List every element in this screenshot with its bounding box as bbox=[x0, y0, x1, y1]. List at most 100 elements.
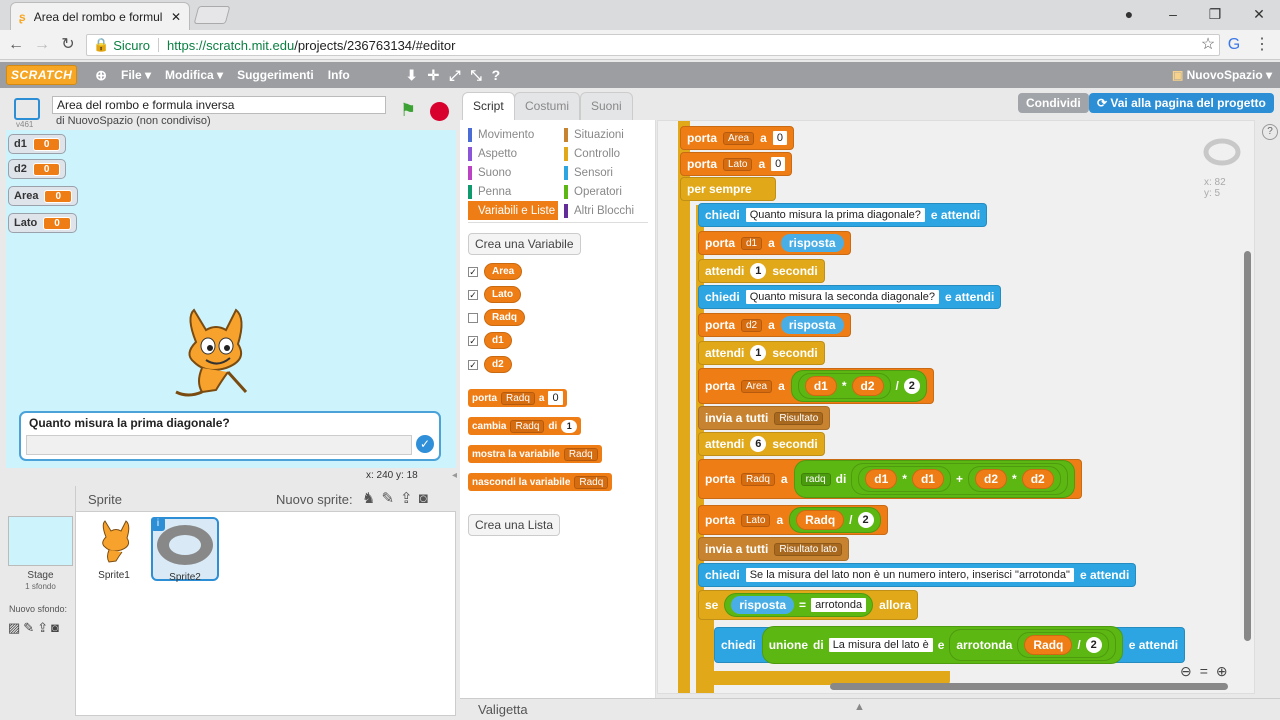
help-side-icon[interactable]: ? bbox=[1262, 124, 1278, 140]
browser-tab[interactable]: ʂ Area del rombo e formul… ✕ bbox=[10, 2, 190, 30]
block-set-area-formula[interactable]: porta Area a d1 * d2/2 bbox=[698, 368, 934, 404]
block-wait-6[interactable]: attendi 6 secondi bbox=[698, 432, 825, 456]
reload-icon[interactable]: ↻ bbox=[58, 35, 78, 55]
block-broadcast-1[interactable]: invia a tutti Risultato bbox=[698, 406, 831, 430]
block-ask-1[interactable]: chiedi Quanto misura la prima diagonale? e… bbox=[698, 203, 988, 227]
tab-sounds[interactable]: Suoni bbox=[580, 92, 633, 120]
ask-answer-input[interactable] bbox=[26, 435, 412, 455]
horizontal-scrollbar[interactable] bbox=[830, 683, 1228, 690]
block-forever[interactable]: per sempre bbox=[680, 177, 776, 201]
var-checkbox[interactable]: ✓ bbox=[468, 266, 478, 277]
monitor-area[interactable]: Area 0 bbox=[8, 186, 79, 206]
block-set-radq[interactable]: porta Radq a radq di d1 * d1 + d2 * d2 bbox=[698, 459, 1082, 499]
divide-operator[interactable]: Radq/2 bbox=[1017, 632, 1109, 658]
fullscreen-icon[interactable] bbox=[14, 98, 40, 120]
user-menu[interactable]: ▣ NuovoSpazio ▾ bbox=[1172, 68, 1272, 82]
vertical-scrollbar[interactable] bbox=[1244, 251, 1251, 641]
category-controllo[interactable]: Controllo bbox=[564, 144, 658, 163]
block-set-d2[interactable]: porta d2 a risposta bbox=[698, 313, 851, 337]
ask-submit-check-icon[interactable]: ✓ bbox=[416, 435, 434, 453]
block-wait-1[interactable]: attendi 1 secondi bbox=[698, 259, 825, 283]
block-ask-4[interactable]: chiedi unione di La misura del lato èe arr… bbox=[714, 626, 1186, 664]
var-reporter[interactable]: Area bbox=[484, 263, 523, 280]
category-suono[interactable]: Suono bbox=[468, 163, 562, 182]
green-flag-icon[interactable]: ⚑ bbox=[400, 100, 416, 121]
palette-block-set[interactable]: porta Radq a 0 bbox=[468, 389, 567, 407]
var-reporter[interactable]: Radq bbox=[484, 309, 525, 326]
forward-icon[interactable]: → bbox=[32, 35, 52, 55]
block-set-lato-formula[interactable]: porta Lato a Radq/2 bbox=[698, 505, 888, 535]
add-operator[interactable]: d1 * d1 + d2 * d2 bbox=[851, 463, 1068, 495]
answer-reporter[interactable]: risposta bbox=[780, 316, 844, 334]
cut-icon[interactable]: ✛ bbox=[428, 67, 440, 84]
block-set-lato[interactable]: porta Lato a 0 bbox=[680, 152, 793, 176]
url-input[interactable]: 🔒 Sicuro https://scratch.mit.edu/project… bbox=[86, 34, 1220, 56]
block-set-area[interactable]: porta Area a 0 bbox=[680, 126, 794, 150]
upload-sprite-icon[interactable]: ⇪ bbox=[400, 490, 419, 507]
category-penna[interactable]: Penna bbox=[468, 182, 562, 201]
sprite-thumb-sprite1[interactable]: Sprite1 bbox=[80, 517, 148, 581]
divide-operator[interactable]: d1 * d2/2 bbox=[790, 370, 927, 402]
block-if[interactable]: se risposta = arrotonda allora bbox=[698, 590, 919, 620]
sprite-thumb-sprite2[interactable]: i Sprite2 bbox=[151, 517, 219, 583]
scratch-logo[interactable]: SCRATCH bbox=[6, 65, 78, 85]
star-icon[interactable]: ☆ bbox=[1198, 35, 1218, 55]
camera-sprite-icon[interactable]: ◙ bbox=[419, 490, 434, 507]
make-list-button[interactable]: Crea una Lista bbox=[468, 514, 561, 536]
zoom-in-icon[interactable]: ⊕ bbox=[1216, 663, 1228, 680]
category-operatori[interactable]: Operatori bbox=[564, 182, 658, 201]
menu-icon[interactable]: ⋮ bbox=[1252, 35, 1272, 55]
monitor-d1[interactable]: d1 0 bbox=[8, 134, 67, 154]
sqrt-operator[interactable]: radq di d1 * d1 + d2 * d2 bbox=[793, 460, 1075, 498]
multiply-operator[interactable]: d1 * d2 bbox=[797, 373, 891, 399]
palette-block-change[interactable]: cambia Radq di 1 bbox=[468, 417, 582, 435]
var-reporter[interactable]: d2 bbox=[484, 356, 512, 373]
var-checkbox[interactable]: ✓ bbox=[468, 289, 478, 300]
menu-tips[interactable]: Suggerimenti bbox=[237, 68, 314, 82]
sprite-library-icon[interactable]: ♞ bbox=[362, 490, 381, 507]
equals-operator[interactable]: risposta = arrotonda bbox=[724, 593, 874, 617]
var-reporter[interactable]: d1 bbox=[484, 332, 512, 349]
category-situazioni[interactable]: Situazioni bbox=[564, 125, 658, 144]
var-checkbox[interactable]: ✓ bbox=[468, 335, 478, 346]
monitor-d2[interactable]: d2 0 bbox=[8, 159, 67, 179]
zoom-out-icon[interactable]: ⊖ bbox=[1180, 663, 1192, 680]
category-altri-blocchi[interactable]: Altri Blocchi bbox=[564, 201, 658, 220]
translate-icon[interactable]: G bbox=[1224, 35, 1244, 55]
category-variabili[interactable]: Variabili e Liste bbox=[468, 201, 558, 220]
minimize-icon[interactable]: – bbox=[1162, 4, 1184, 24]
multiply-operator[interactable]: d1 * d1 bbox=[858, 466, 951, 492]
multiply-operator[interactable]: d2 * d2 bbox=[968, 466, 1061, 492]
new-tab-button[interactable] bbox=[193, 6, 231, 24]
stop-icon[interactable] bbox=[430, 102, 449, 121]
category-sensori[interactable]: Sensori bbox=[564, 163, 658, 182]
answer-reporter[interactable]: risposta bbox=[780, 234, 844, 252]
restore-icon[interactable]: ❐ bbox=[1204, 4, 1226, 24]
paint-backdrop-icon[interactable]: ✎ bbox=[23, 620, 37, 635]
block-ask-3[interactable]: chiedi Se la misura del lato non è un num… bbox=[698, 563, 1137, 587]
var-checkbox[interactable] bbox=[468, 312, 478, 323]
menu-edit[interactable]: Modifica ▾ bbox=[165, 68, 223, 82]
project-title-input[interactable]: Area del rombo e formula inversa bbox=[52, 96, 386, 114]
cat-sprite[interactable] bbox=[166, 302, 258, 402]
block-wait-2[interactable]: attendi 1 secondi bbox=[698, 341, 825, 365]
paint-sprite-icon[interactable]: ✎ bbox=[381, 490, 400, 507]
globe-icon[interactable]: ⊕ bbox=[95, 67, 107, 84]
backdrop-library-icon[interactable]: ▨ bbox=[8, 620, 23, 635]
sprite-info-icon[interactable]: i bbox=[151, 517, 165, 531]
block-ask-2[interactable]: chiedi Quanto misura la seconda diagonale… bbox=[698, 285, 1002, 309]
var-checkbox[interactable]: ✓ bbox=[468, 359, 478, 370]
monitor-lato[interactable]: Lato 0 bbox=[8, 213, 77, 233]
var-reporter[interactable]: Lato bbox=[484, 286, 522, 303]
help-icon[interactable]: ? bbox=[492, 67, 501, 83]
palette-block-hide[interactable]: nascondi la variabile Radq bbox=[468, 473, 613, 491]
tab-script[interactable]: Script bbox=[462, 92, 515, 120]
close-tab-icon[interactable]: ✕ bbox=[171, 10, 181, 24]
make-variable-button[interactable]: Crea una Variabile bbox=[468, 233, 581, 255]
close-window-icon[interactable]: ✕ bbox=[1248, 4, 1270, 24]
zoom-reset-icon[interactable]: = bbox=[1200, 663, 1208, 680]
backpack-bar[interactable]: Valigetta ▲ bbox=[460, 698, 1280, 720]
project-page-button[interactable]: ⟳ Vai alla pagina del progetto bbox=[1089, 93, 1274, 113]
divide-operator[interactable]: Radq/2 bbox=[789, 507, 881, 533]
profile-icon[interactable]: ● bbox=[1118, 4, 1140, 24]
